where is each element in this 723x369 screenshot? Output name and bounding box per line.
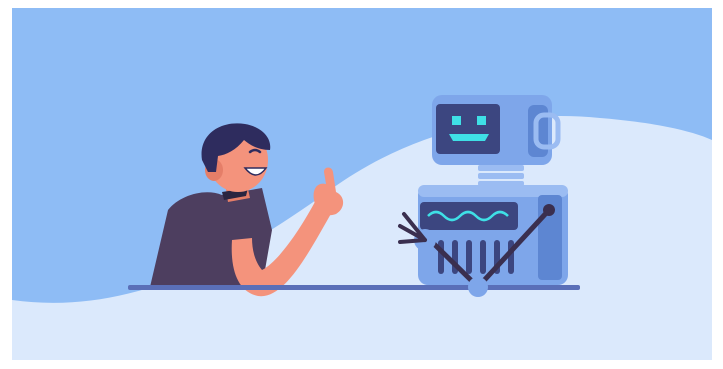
table-line bbox=[128, 285, 580, 290]
illustration-scene bbox=[0, 0, 723, 369]
robot-neck-3 bbox=[478, 181, 524, 186]
robot-face-screen bbox=[436, 104, 500, 154]
robot-eye-left bbox=[452, 116, 461, 125]
robot-neck-2 bbox=[478, 173, 524, 179]
robot-eye-right bbox=[477, 116, 486, 125]
robot-neck-1 bbox=[478, 165, 524, 171]
robot-mouth bbox=[449, 134, 489, 141]
illustration-canvas bbox=[0, 0, 723, 369]
robot-elbow-joint bbox=[468, 277, 488, 297]
robot-chest-screen bbox=[420, 202, 518, 230]
